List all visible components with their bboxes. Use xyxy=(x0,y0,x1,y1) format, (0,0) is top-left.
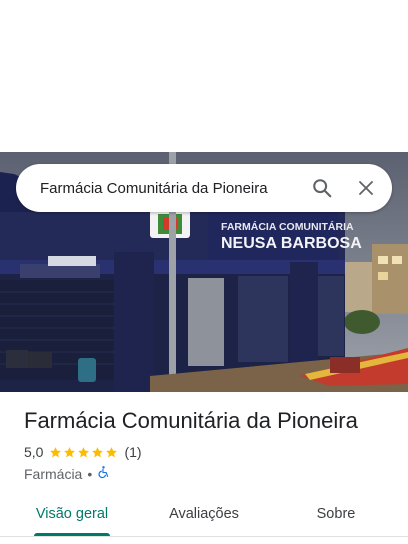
search-icon[interactable] xyxy=(302,168,342,208)
tabs-divider xyxy=(0,536,408,537)
place-tabs: Visão geral Avaliações Sobre xyxy=(0,492,408,536)
star-icon xyxy=(78,446,90,457)
place-category: Farmácia xyxy=(24,465,83,482)
star-icon xyxy=(106,446,118,457)
wheelchair-icon xyxy=(97,465,110,482)
star-icon xyxy=(50,446,62,457)
map-blank-area xyxy=(0,0,408,152)
separator-dot: • xyxy=(87,465,93,482)
rating-value: 5,0 xyxy=(24,444,44,460)
rating-row[interactable]: 5,0 (1) xyxy=(24,444,142,460)
review-count[interactable]: (1) xyxy=(124,444,141,460)
search-input[interactable]: Farmácia Comunitária da Pioneira xyxy=(40,180,302,197)
sign-line2: NEUSA BARBOSA xyxy=(221,235,362,252)
star-icon xyxy=(64,446,76,457)
sign-line1: FARMÁCIA COMUNITÁRIA xyxy=(221,220,354,233)
category-row: Farmácia • xyxy=(24,465,110,482)
close-icon[interactable] xyxy=(346,168,386,208)
place-title: Farmácia Comunitária da Pioneira xyxy=(24,408,358,433)
rating-stars xyxy=(49,446,118,459)
star-icon xyxy=(92,446,104,457)
tab-overview[interactable]: Visão geral xyxy=(24,492,120,536)
search-bar[interactable]: Farmácia Comunitária da Pioneira xyxy=(16,164,392,212)
tab-about[interactable]: Sobre xyxy=(288,492,384,536)
tab-reviews[interactable]: Avaliações xyxy=(156,492,252,536)
